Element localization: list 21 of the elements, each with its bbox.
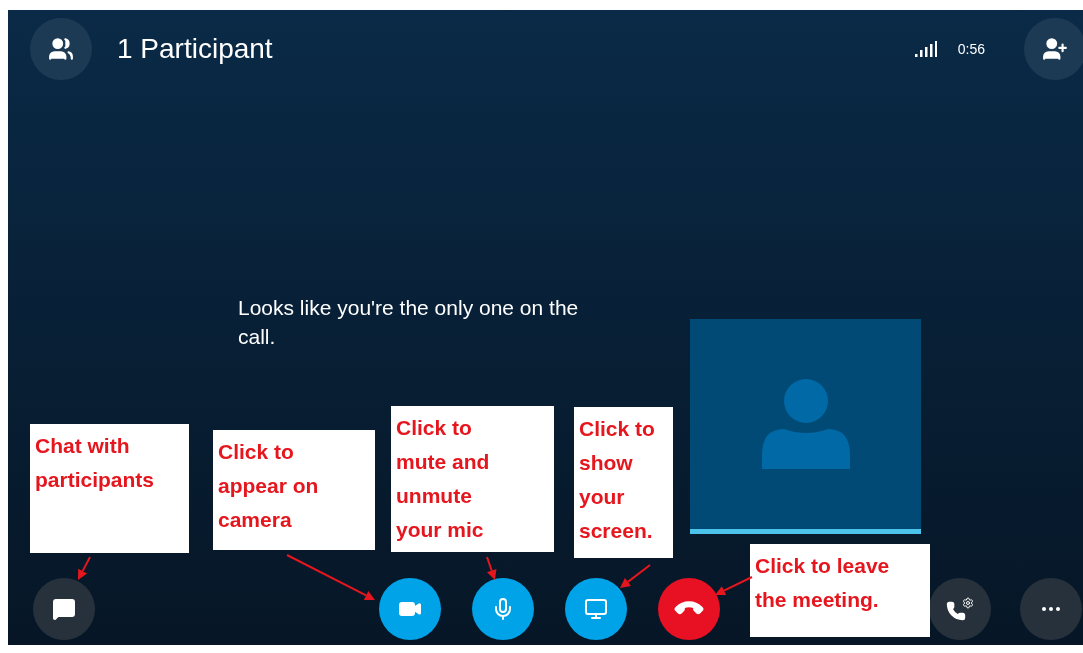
add-person-icon xyxy=(1042,36,1068,62)
arrow xyxy=(620,564,651,588)
add-participant-button[interactable] xyxy=(1024,18,1083,80)
chat-icon xyxy=(52,597,76,621)
annotation-text: Click to mute and unmute your mic xyxy=(396,415,491,543)
arrow xyxy=(486,556,497,580)
annotation-text: Click to appear on camera xyxy=(218,439,320,533)
alone-message: Looks like you're the only one on the call. xyxy=(238,295,580,350)
arrow xyxy=(715,576,753,596)
signal-icon xyxy=(914,41,937,57)
arrow xyxy=(78,556,91,580)
call-duration: 0:56 xyxy=(957,39,985,59)
annotation-text: Chat with participants xyxy=(35,433,156,493)
people-icon xyxy=(48,36,74,62)
monitor-icon xyxy=(584,597,608,621)
annotation-text: Click to show your screen. xyxy=(579,416,656,544)
call-title: 1 Participant xyxy=(117,32,273,66)
annotation-text: Click to leave the meeting. xyxy=(755,553,891,613)
person-icon xyxy=(761,379,850,469)
phone-gear-icon xyxy=(946,597,974,621)
more-icon xyxy=(1042,607,1060,611)
